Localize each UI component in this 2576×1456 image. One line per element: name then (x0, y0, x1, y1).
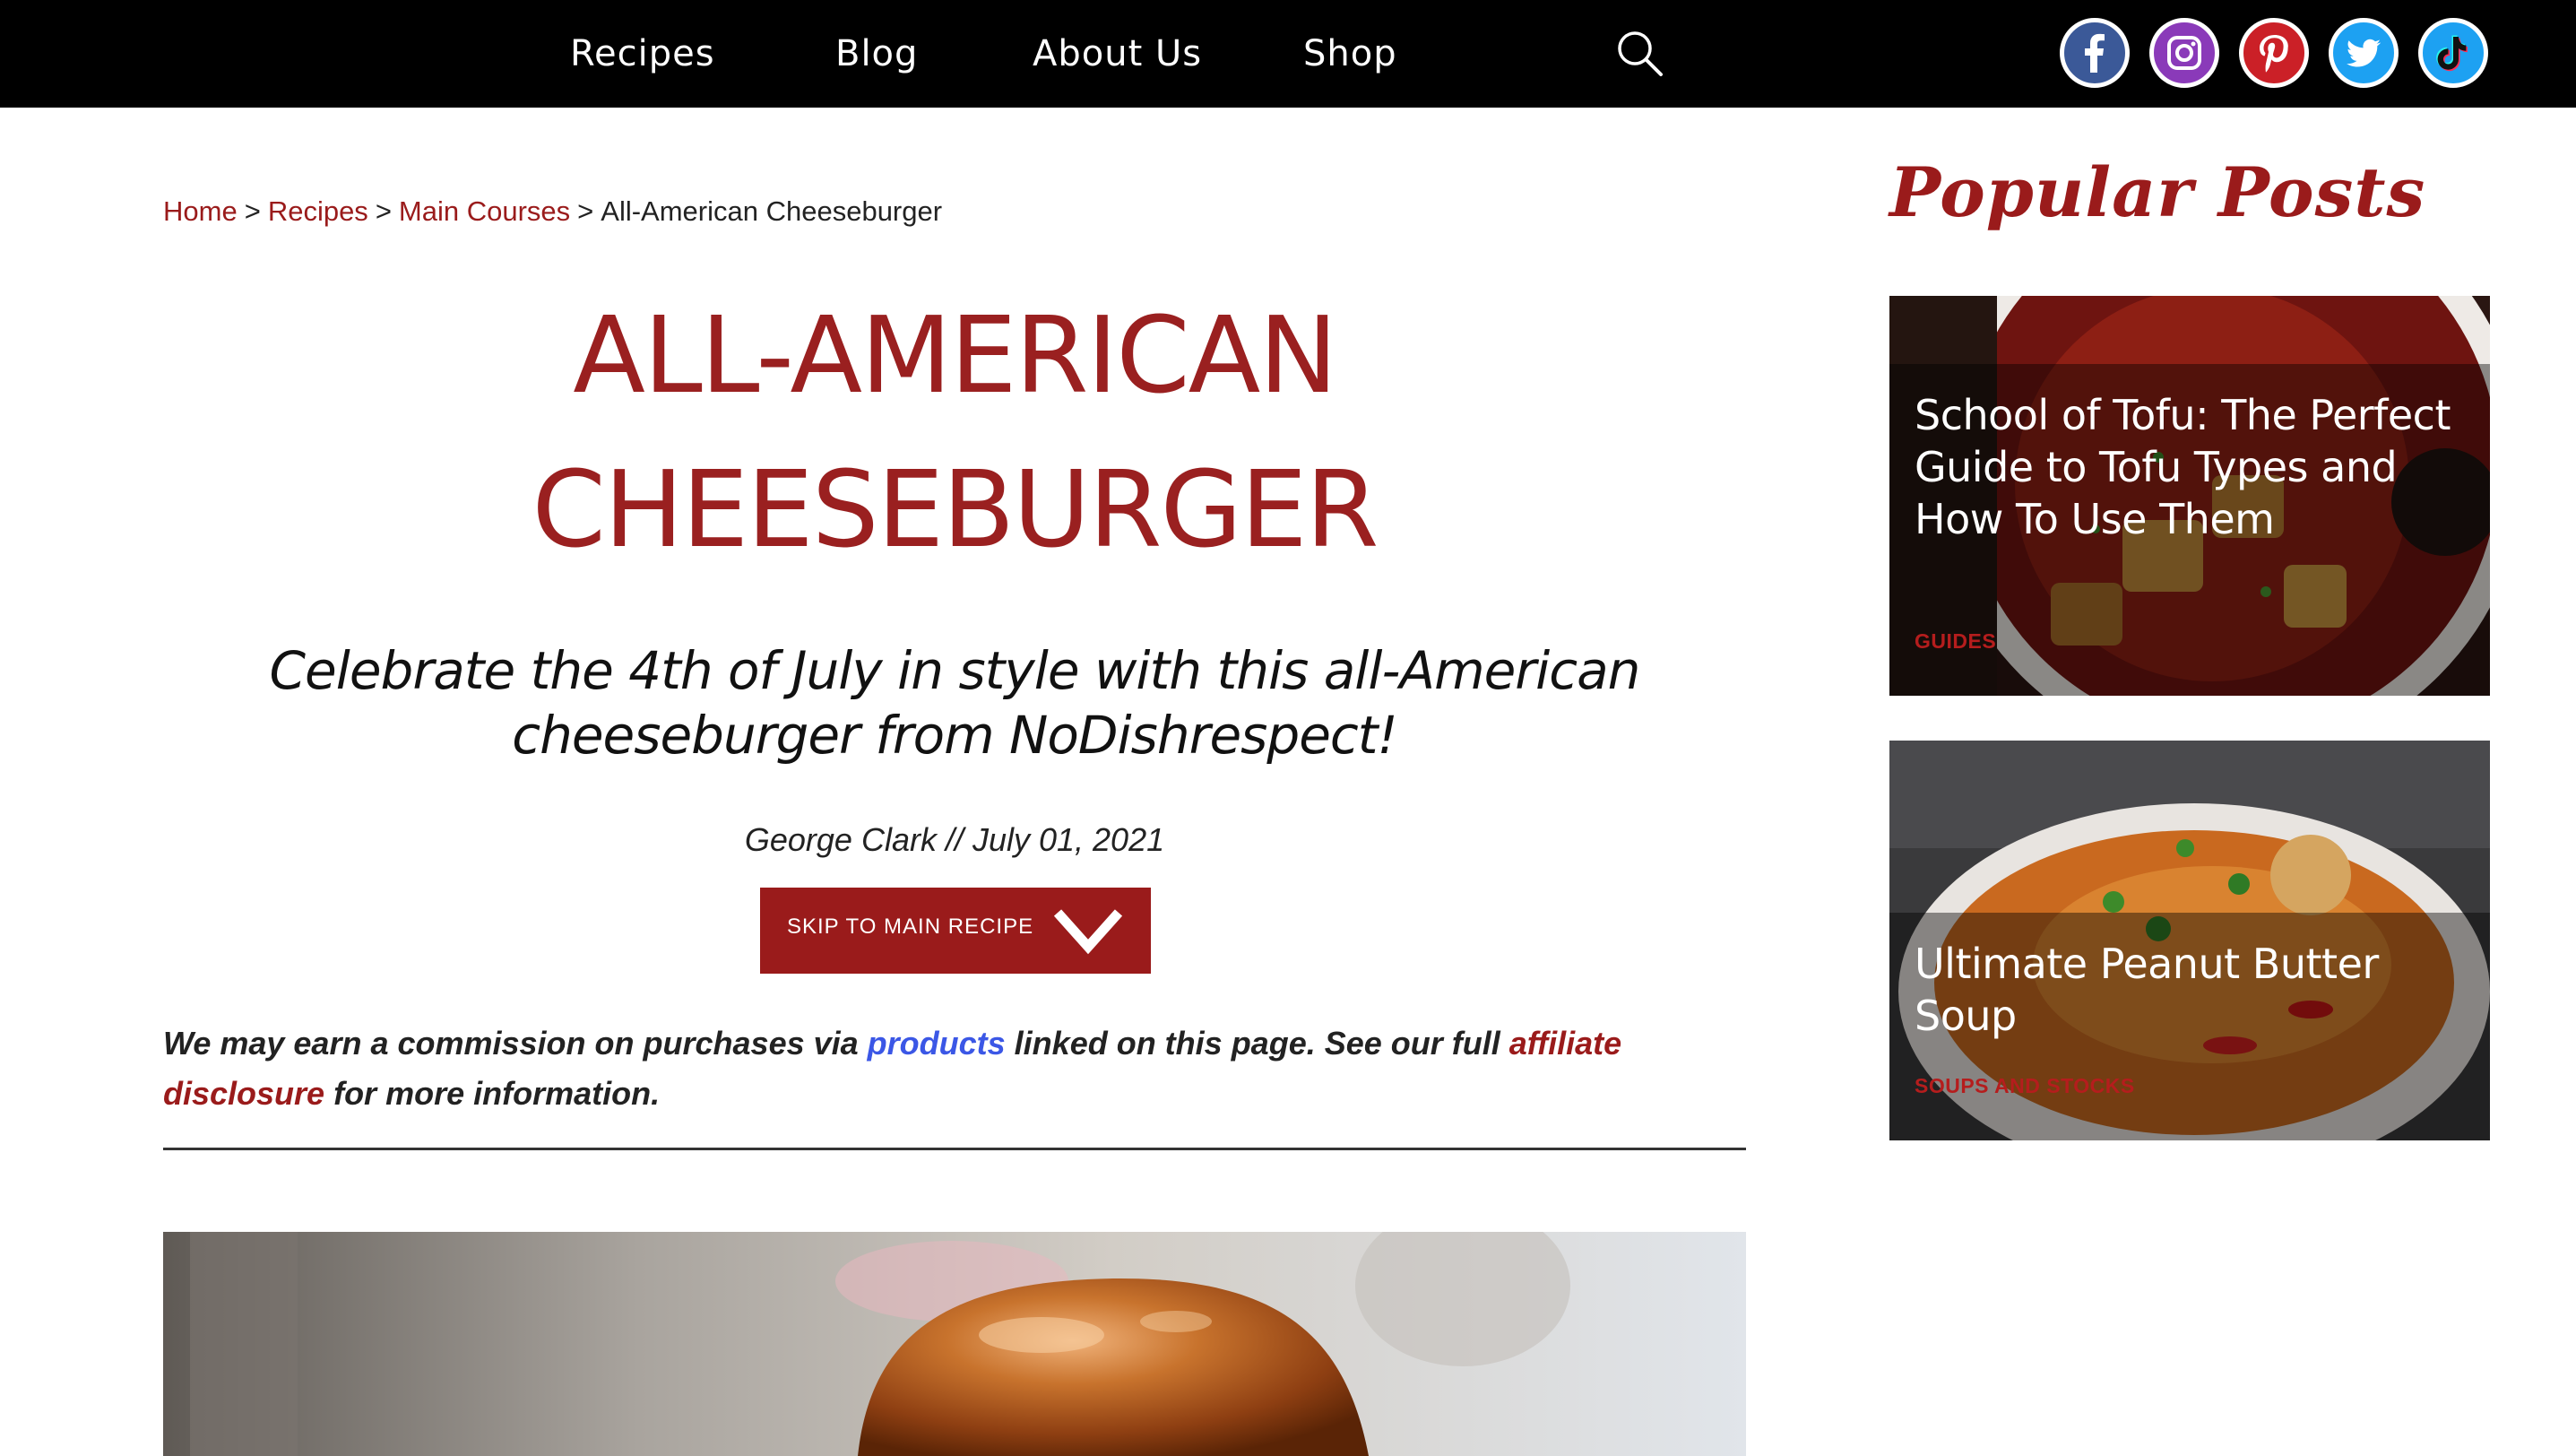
chevron-down-icon (1053, 909, 1123, 955)
breadcrumb-separator: > (375, 195, 392, 227)
breadcrumb-home-link[interactable]: Home (163, 195, 238, 227)
disclosure-text: We may earn a commission on purchases vi… (163, 1025, 868, 1062)
products-link[interactable]: products (868, 1025, 1006, 1062)
breadcrumb-separator: > (244, 195, 261, 227)
popular-post-title[interactable]: Ultimate Peanut Butter Soup (1915, 938, 2470, 1042)
page-title: ALL-AMERICAN CHEESEBURGER (163, 278, 1746, 586)
twitter-icon (2347, 39, 2382, 67)
top-navigation-bar: Recipes Blog About Us Shop (0, 0, 2576, 108)
popular-post-card-tofu[interactable]: School of Tofu: The Perfect Guide to Tof… (1889, 296, 2490, 696)
twitter-link[interactable] (2329, 18, 2399, 88)
search-button[interactable] (1613, 27, 1667, 81)
breadcrumb-separator: > (577, 195, 594, 227)
disclosure-text: for more information. (324, 1075, 661, 1112)
tiktok-link[interactable] (2418, 18, 2488, 88)
facebook-link[interactable] (2060, 18, 2130, 88)
nav-recipes-link[interactable]: Recipes (570, 27, 715, 81)
popular-post-category[interactable]: SOUPS AND STOCKS (1915, 1074, 2135, 1098)
section-divider (163, 1148, 1746, 1150)
author-date-byline: George Clark // July 01, 2021 (744, 821, 1165, 858)
breadcrumb-main-courses-link[interactable]: Main Courses (399, 195, 570, 227)
breadcrumb-current-page: All-American Cheeseburger (601, 195, 943, 227)
skip-to-recipe-label: Skip to main recipe (787, 914, 1034, 939)
popular-post-card-peanut-soup[interactable]: Ultimate Peanut Butter Soup SOUPS AND ST… (1889, 741, 2490, 1140)
breadcrumb-recipes-link[interactable]: Recipes (268, 195, 368, 227)
popular-post-title[interactable]: School of Tofu: The Perfect Guide to Tof… (1915, 389, 2470, 545)
popular-posts-heading: Popular Posts (1889, 152, 2426, 232)
breadcrumb: Home > Recipes > Main Courses > All-American C… (163, 195, 942, 228)
tiktok-icon (2436, 35, 2468, 72)
pinterest-icon (2260, 35, 2288, 73)
skip-to-recipe-button[interactable]: Skip to main recipe (760, 888, 1151, 974)
disclosure-text: linked on this page. See our full (1005, 1025, 1509, 1062)
page-title-line-1: ALL-AMERICAN (573, 293, 1337, 417)
search-icon (1618, 31, 1663, 76)
affiliate-disclosure-notice: We may earn a commission on purchases vi… (163, 1018, 1746, 1119)
pinterest-link[interactable] (2239, 18, 2309, 88)
nav-about-us-link[interactable]: About Us (1033, 27, 1202, 81)
cheeseburger-bun-image (163, 1232, 1746, 1456)
hero-image-cheeseburger (163, 1232, 1746, 1456)
facebook-icon (2085, 33, 2105, 73)
nav-shop-link[interactable]: Shop (1303, 27, 1397, 81)
nav-blog-link[interactable]: Blog (835, 27, 918, 81)
page-title-line-2: CHEESEBURGER (532, 447, 1379, 571)
popular-post-category[interactable]: GUIDES (1915, 629, 1996, 654)
instagram-link[interactable] (2149, 18, 2219, 88)
article-subtitle: Celebrate the 4th of July in style with … (269, 640, 1641, 766)
instagram-icon (2167, 36, 2201, 70)
